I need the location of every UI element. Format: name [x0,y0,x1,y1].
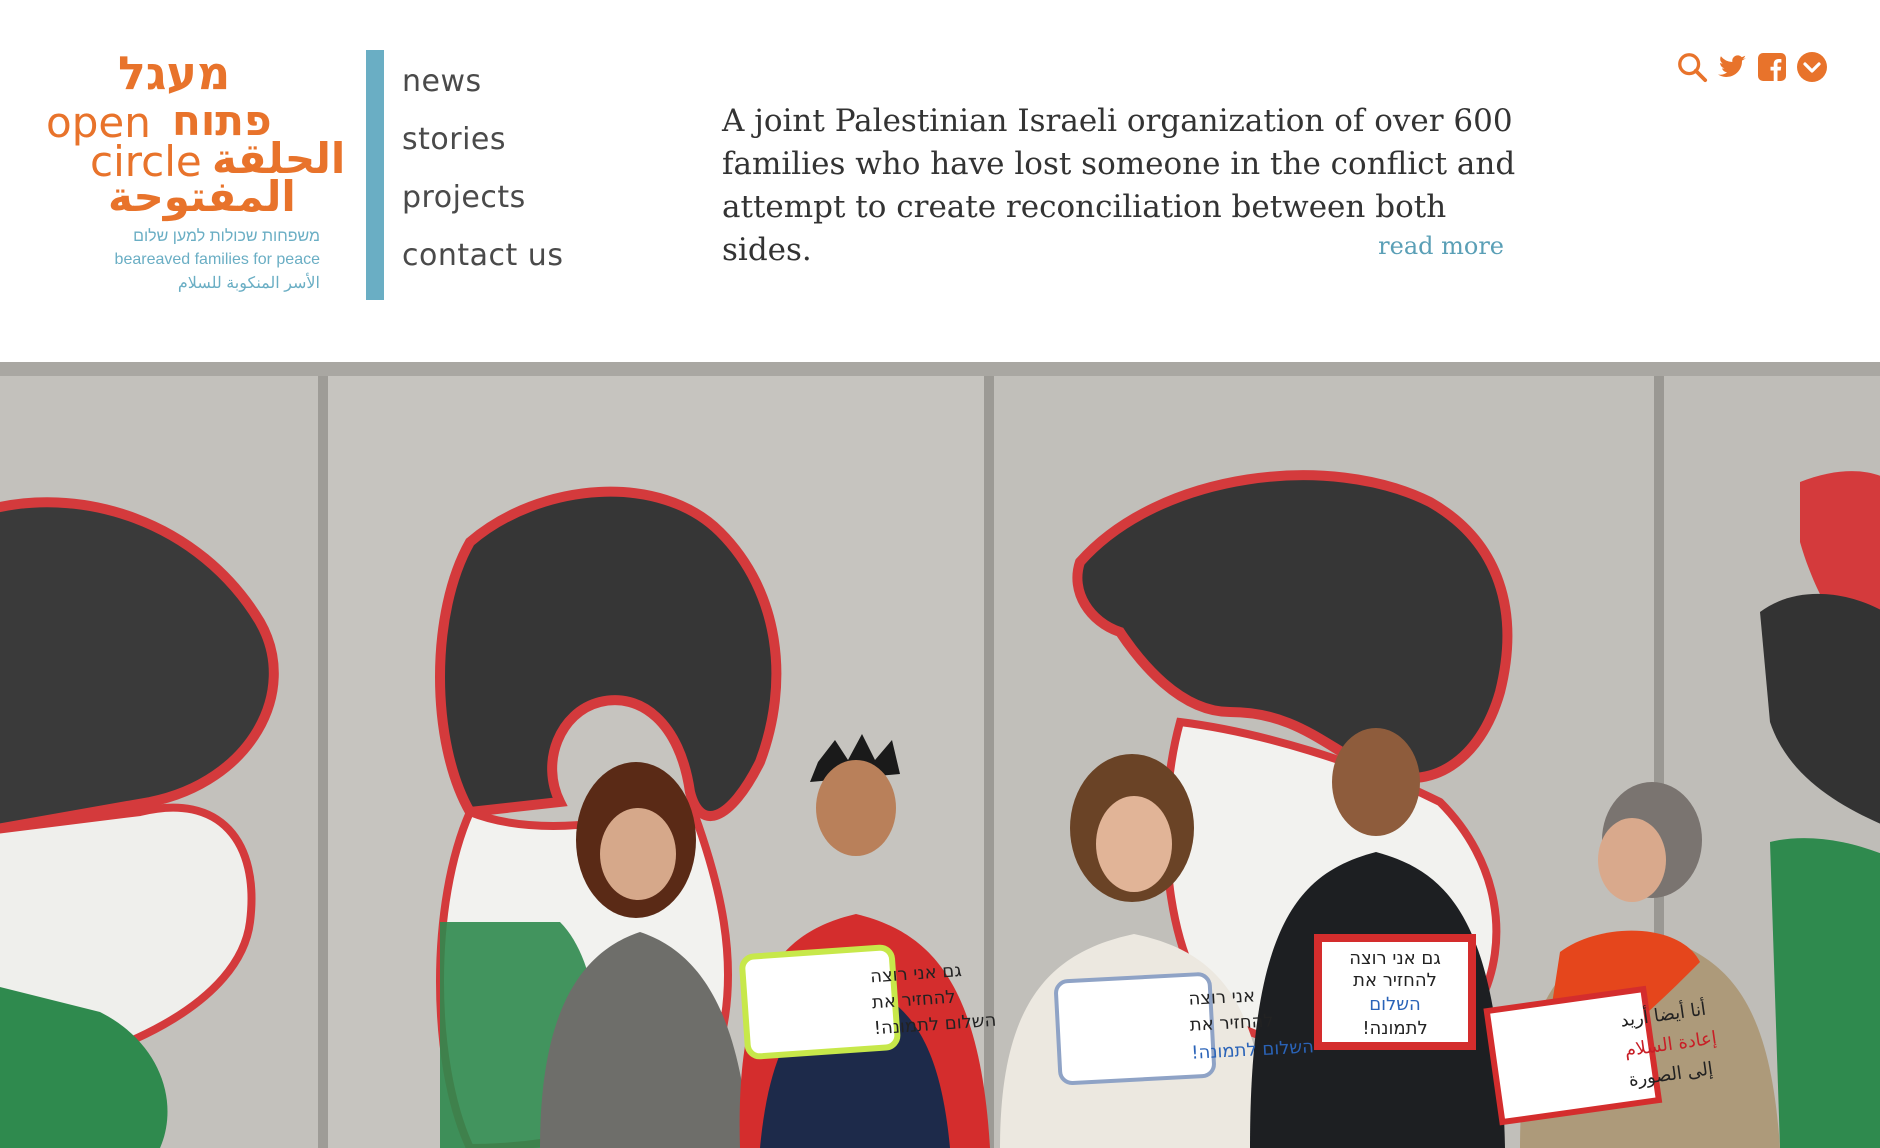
site-header: מעגל open פתוח circle الحلقة المفتوحة מש… [0,0,1880,362]
sign-3-line1: גם אני רוצה [1349,948,1441,969]
sign-3-line3: השלום [1369,994,1421,1015]
nav-item-stories[interactable]: stories [402,118,563,176]
hero-illustration: גם אני רוצה להחזיר את השלום לתמונה! אני … [0,362,1880,1148]
search-icon[interactable] [1676,50,1708,84]
chevron-down-icon[interactable] [1796,50,1828,84]
social-toolbar [1676,50,1828,84]
sign-2-line2: להחזיר את [1189,1010,1274,1035]
sign-3-line2: להחזיר את [1353,970,1437,991]
read-more-link[interactable]: read more [1300,232,1504,260]
site-logo[interactable]: מעגל open פתוח circle الحلقة المفتوحة מש… [40,46,345,300]
main-nav: news stories projects contact us [402,60,563,292]
facebook-icon[interactable] [1756,50,1788,84]
logo-subtitle-arabic: الأسر المنكوبة للسلام [177,275,320,292]
sign-3: גם אני רוצה להחזיר את השלום לתמונה! [1314,934,1476,1050]
twitter-icon[interactable] [1716,50,1748,84]
nav-item-news[interactable]: news [402,60,563,118]
nav-item-projects[interactable]: projects [402,176,563,234]
sign-2-line1: אני רוצה [1188,985,1256,1009]
nav-item-contact-us[interactable]: contact us [402,234,563,292]
logo-arabic-line2: المفتوحة [108,172,296,221]
hero-photo: גם אני רוצה להחזיר את השלום לתמונה! אני … [0,362,1880,1148]
nav-accent-bar [366,50,384,300]
logo-subtitle-hebrew: משפחות שכולות למען שלום [133,228,320,245]
sign-3-line4: לתמונה! [1362,1018,1427,1039]
logo-hebrew-line1: מעגל [118,46,231,100]
logo-subtitle-english: beareaved families for peace [114,251,320,268]
